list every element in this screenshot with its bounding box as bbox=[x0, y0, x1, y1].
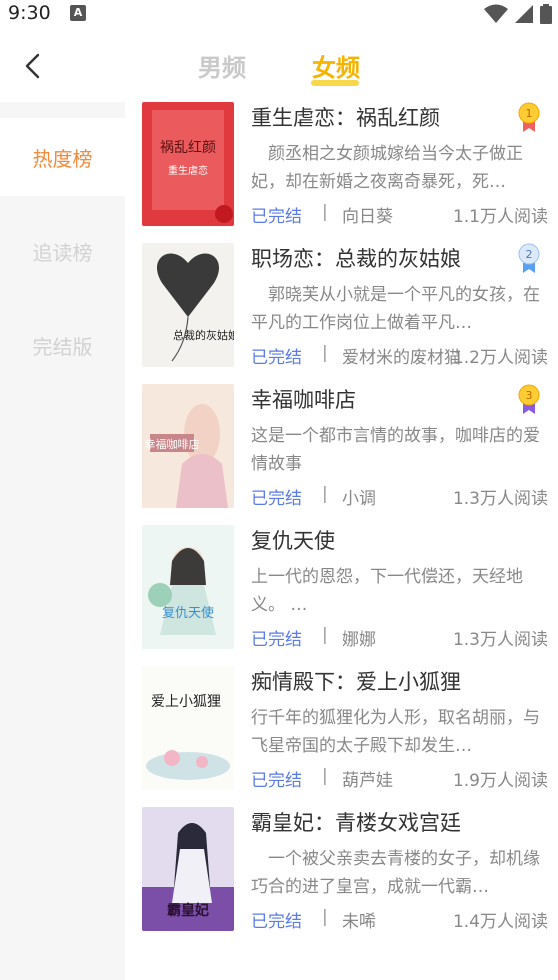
chevron-left-icon bbox=[25, 53, 40, 79]
book-title[interactable]: 霸皇妃：青楼女戏宫廷 bbox=[251, 807, 461, 837]
tab-male[interactable]: 男频 bbox=[198, 48, 246, 83]
rank-medal-icon: 2 bbox=[518, 243, 540, 273]
book-row[interactable]: 霸皇妃 霸皇妃：青楼女戏宫廷 一个被父亲卖去青楼的女子，却机缘巧合的进了皇宫，成… bbox=[126, 807, 558, 948]
separator: | bbox=[322, 766, 328, 786]
sidebar: 热度榜 追读榜 完结版 bbox=[0, 102, 125, 980]
book-author: 未唏 bbox=[342, 912, 376, 932]
wifi-icon bbox=[484, 4, 508, 23]
book-row[interactable]: 祸乱红颜 重生虐恋 重生虐恋：祸乱红颜 1 颜丞相之女颜城嫁给当今太子做正妃，却… bbox=[126, 102, 558, 243]
book-meta: 已完结 | 爱材米的废材猫 1.2万人阅读 bbox=[251, 343, 548, 368]
book-row[interactable]: 爱上小狐狸 痴情殿下：爱上小狐狸 行千年的狐狸化为人形，取名胡丽，与飞星帝国的太… bbox=[126, 666, 558, 807]
header: 男频 女频 bbox=[0, 28, 558, 102]
battery-icon bbox=[540, 4, 552, 24]
cover-title: 总裁的灰姑娘 bbox=[173, 328, 234, 342]
book-reads: 1.4万人阅读 bbox=[452, 912, 548, 932]
separator: | bbox=[322, 343, 328, 363]
rank-medal-icon: 3 bbox=[518, 384, 540, 414]
book-reads: 1.3万人阅读 bbox=[452, 489, 548, 509]
book-meta: 已完结 | 未唏 1.4万人阅读 bbox=[251, 907, 548, 932]
sidebar-item-follow[interactable]: 追读榜 bbox=[0, 212, 125, 290]
book-title[interactable]: 职场恋：总裁的灰姑娘 bbox=[251, 243, 461, 273]
book-title[interactable]: 复仇天使 bbox=[251, 525, 335, 555]
book-reads: 1.9万人阅读 bbox=[452, 771, 548, 791]
book-meta: 已完结 | 小调 1.3万人阅读 bbox=[251, 484, 548, 509]
cover-title: 幸福咖啡店 bbox=[145, 437, 200, 451]
book-status: 已完结 bbox=[251, 912, 302, 932]
book-meta: 已完结 | 葫芦娃 1.9万人阅读 bbox=[251, 766, 548, 791]
book-status: 已完结 bbox=[251, 489, 302, 509]
book-cover[interactable]: 爱上小狐狸 bbox=[142, 666, 234, 790]
rank-medal-icon: 1 bbox=[518, 102, 540, 132]
book-author: 娜娜 bbox=[342, 630, 376, 650]
cover-title: 复仇天使 bbox=[162, 605, 214, 621]
cover-subtitle: 重生虐恋 bbox=[168, 164, 208, 177]
status-time: 9:30 bbox=[8, 2, 51, 24]
separator: | bbox=[322, 625, 328, 645]
sidebar-item-completed[interactable]: 完结版 bbox=[0, 306, 125, 384]
book-cover[interactable]: 霸皇妃 bbox=[142, 807, 234, 931]
book-meta: 已完结 | 娜娜 1.3万人阅读 bbox=[251, 625, 548, 650]
book-reads: 1.3万人阅读 bbox=[452, 630, 548, 650]
cover-title: 霸皇妃 bbox=[167, 902, 209, 919]
book-description: 这是一个都市言情的故事，咖啡店的爱情故事 bbox=[251, 426, 540, 474]
book-row[interactable]: 幸福咖啡店 幸福咖啡店 3 这是一个都市言情的故事，咖啡店的爱情故事 已完结 |… bbox=[126, 384, 558, 525]
book-author: 向日葵 bbox=[342, 207, 393, 227]
book-description: 行千年的狐狸化为人形，取名胡丽，与飞星帝国的太子殿下却发生… bbox=[251, 708, 540, 756]
book-row[interactable]: 复仇天使 复仇天使 上一代的恩怨，下一代偿还，天经地义。 … 已完结 | 娜娜 … bbox=[126, 525, 558, 666]
book-status: 已完结 bbox=[251, 771, 302, 791]
book-description: 郭晓芙从小就是一个平凡的女孩，在平凡的工作岗位上做着平凡… bbox=[251, 285, 540, 333]
rank-number: 2 bbox=[526, 248, 533, 261]
separator: | bbox=[322, 907, 328, 927]
status-bar: 9:30 A bbox=[0, 0, 558, 28]
book-cover[interactable]: 幸福咖啡店 bbox=[142, 384, 234, 508]
cover-title: 祸乱红颜 bbox=[160, 140, 216, 156]
rank-number: 1 bbox=[526, 107, 533, 120]
book-reads: 1.2万人阅读 bbox=[452, 348, 548, 368]
book-status: 已完结 bbox=[251, 207, 302, 227]
book-author: 爱材米的废材猫 bbox=[342, 348, 461, 368]
signal-icon bbox=[515, 5, 533, 23]
back-button[interactable] bbox=[14, 48, 50, 84]
tab-female[interactable]: 女频 bbox=[312, 48, 360, 83]
status-icons bbox=[484, 4, 552, 24]
book-title[interactable]: 重生虐恋：祸乱红颜 bbox=[251, 102, 440, 132]
book-list: 祸乱红颜 重生虐恋 重生虐恋：祸乱红颜 1 颜丞相之女颜城嫁给当今太子做正妃，却… bbox=[126, 102, 558, 948]
rank-number: 3 bbox=[526, 389, 533, 402]
book-cover[interactable]: 复仇天使 bbox=[142, 525, 234, 649]
tab-active-indicator bbox=[311, 80, 359, 86]
notification-icon: A bbox=[70, 5, 86, 21]
separator: | bbox=[322, 202, 328, 222]
book-cover[interactable]: 祸乱红颜 重生虐恋 bbox=[142, 102, 234, 226]
book-description: 颜丞相之女颜城嫁给当今太子做正妃，却在新婚之夜离奇暴死，死… bbox=[251, 144, 523, 192]
book-description: 上一代的恩怨，下一代偿还，天经地义。 … bbox=[251, 567, 523, 615]
book-author: 葫芦娃 bbox=[342, 771, 393, 791]
separator: | bbox=[322, 484, 328, 504]
sidebar-item-hot[interactable]: 热度榜 bbox=[0, 118, 125, 196]
book-author: 小调 bbox=[342, 489, 376, 509]
book-meta: 已完结 | 向日葵 1.1万人阅读 bbox=[251, 202, 548, 227]
book-title[interactable]: 痴情殿下：爱上小狐狸 bbox=[251, 666, 461, 696]
book-cover[interactable]: 总裁的灰姑娘 bbox=[142, 243, 234, 367]
book-reads: 1.1万人阅读 bbox=[452, 207, 548, 227]
cover-title: 爱上小狐狸 bbox=[151, 694, 221, 710]
book-title[interactable]: 幸福咖啡店 bbox=[251, 384, 356, 414]
book-status: 已完结 bbox=[251, 348, 302, 368]
book-description: 一个被父亲卖去青楼的女子，却机缘巧合的进了皇宫，成就一代霸… bbox=[251, 849, 540, 897]
book-status: 已完结 bbox=[251, 630, 302, 650]
book-row[interactable]: 总裁的灰姑娘 职场恋：总裁的灰姑娘 2 郭晓芙从小就是一个平凡的女孩，在平凡的工… bbox=[126, 243, 558, 384]
